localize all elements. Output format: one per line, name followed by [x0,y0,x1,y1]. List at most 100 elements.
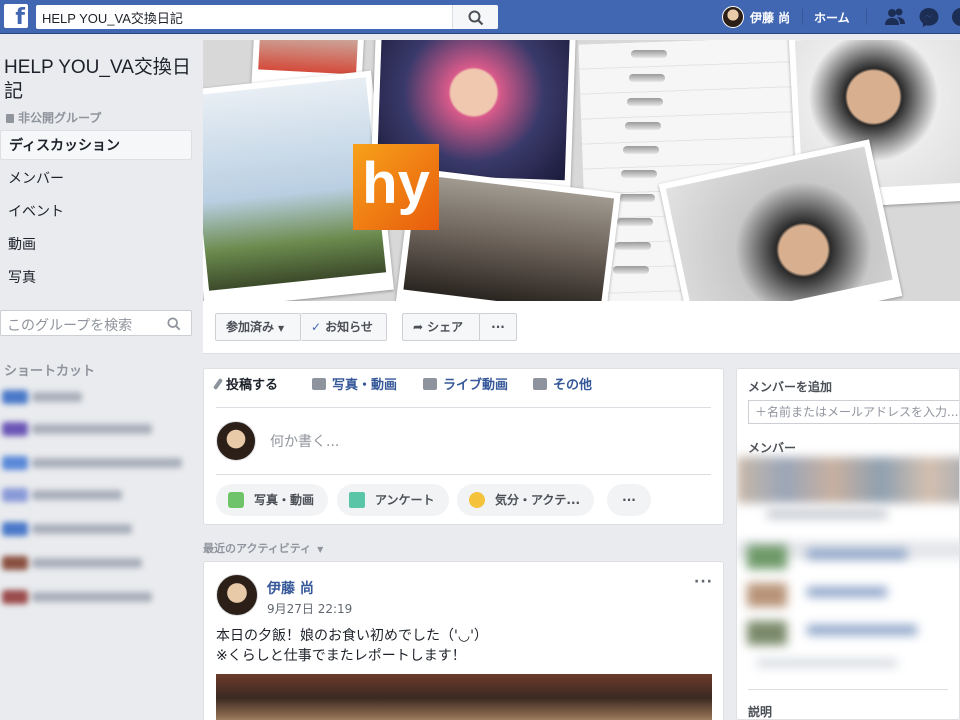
tab-create-post[interactable]: 投稿する [212,377,279,395]
shortcut-item[interactable] [0,588,192,606]
caret-down-icon: ▼ [278,324,285,333]
privacy-text: 非公開グループ [18,111,102,125]
group-search-input[interactable]: このグループを検索 [0,310,192,336]
member-avatars[interactable] [737,457,959,503]
group-cover-photo[interactable]: hy [203,40,960,301]
binder-ring [621,170,657,178]
binder-ring [625,122,661,130]
member-name-blurred [807,625,917,635]
lock-icon [6,114,14,123]
sidebar-item-members[interactable]: メンバー [0,164,192,194]
group-privacy-label: 非公開グループ [6,109,101,126]
group-logo: hy [353,144,439,230]
tab-label: 写真・動画 [332,378,398,393]
photo-video-button[interactable]: 写真・動画 [216,484,329,516]
more-options-button[interactable]: ··· [479,313,517,341]
tab-photo-video[interactable]: 写真・動画 [312,377,397,395]
tab-more[interactable]: その他 [533,377,592,395]
tab-live-video[interactable]: ライブ動画 [423,377,508,395]
messenger-icon[interactable] [918,7,940,27]
member-avatar[interactable] [747,545,787,569]
add-member-input[interactable]: ＋名前またはメールアドレスを入力... [748,400,959,424]
check-icon: ✓ [311,320,322,334]
sidebar-item-events[interactable]: イベント [0,197,192,227]
divider [216,474,711,475]
facebook-logo-icon[interactable]: f [4,4,28,28]
divider [216,407,711,408]
member-name-blurred [807,549,907,559]
shortcut-item[interactable] [0,420,192,438]
binder-ring [615,242,651,250]
friends-icon[interactable] [884,7,906,27]
member-avatar[interactable] [747,583,787,607]
shortcut-item[interactable] [0,388,192,406]
binder-ring [617,218,653,226]
topbar-divider [866,9,867,25]
profile-name-link[interactable]: 伊藤 尚 [750,9,790,26]
sidebar-item-discussion[interactable]: ディスカッション [0,130,192,160]
binder-ring [627,98,663,106]
shortcut-item[interactable] [0,454,192,472]
globe-icon[interactable] [950,7,960,27]
composer-input[interactable]: 何か書く... [270,431,339,451]
notify-label: お知らせ [325,320,373,334]
grid-icon [533,378,547,390]
post-text-line: ※くらしと仕事でまたレポートします！ [216,648,466,664]
composer-more-button[interactable]: ··· [607,484,651,516]
list-icon [349,492,365,508]
cover-action-bar: 参加済み ▼ ✓ お知らせ ➦ シェア ··· [203,301,960,354]
share-label: シェア [427,320,464,334]
profile-avatar[interactable] [722,6,744,28]
sidebar-item-photos[interactable]: 写真 [0,263,192,293]
binder-ring [631,50,667,58]
binder-ring [613,266,649,274]
member-names-blurred [767,509,887,519]
share-button[interactable]: ➦ シェア [402,313,480,341]
shortcut-item[interactable] [0,554,192,572]
post-body: 本日の夕飯！娘のお食い初めでした（'◡'） ※くらしと仕事でまたレポートします！ [216,626,488,666]
description-title: 説明 [748,705,773,719]
notifications-button[interactable]: ✓ お知らせ [301,313,387,341]
joined-dropdown-button[interactable]: 参加済み ▼ [215,313,301,341]
feed-post: 伊藤 尚 9月27日 22:19 ··· 本日の夕飯！娘のお食い初めでした（'◡… [203,561,724,720]
member-name-blurred [807,587,887,597]
search-input[interactable]: HELP YOU_VA交換日記 [36,5,498,29]
pill-label: アンケート [375,493,435,507]
recent-activity-label: 最近のアクティビティ [203,542,312,555]
tab-label: その他 [553,378,593,393]
feeling-activity-button[interactable]: 気分・アクテ... [457,484,595,516]
caret-down-icon: ▼ [317,545,324,554]
search-input-value: HELP YOU_VA交換日記 [42,11,183,26]
topbar-divider [802,9,803,25]
shortcut-item[interactable] [0,520,192,538]
binder-ring [623,146,659,154]
group-title[interactable]: HELP YOU_VA交換日記 [4,56,194,104]
camera-icon [312,378,326,390]
shortcut-item[interactable] [0,486,192,504]
post-photo[interactable] [216,674,712,720]
search-button[interactable] [452,5,498,29]
pill-label: 気分・アクテ... [495,493,581,507]
poll-button[interactable]: アンケート [337,484,449,516]
member-avatar[interactable] [747,621,787,645]
home-link[interactable]: ホーム [814,9,850,26]
sidebar-item-videos[interactable]: 動画 [0,230,192,260]
binder-ring [619,194,655,202]
group-search-placeholder: このグループを検索 [7,318,133,334]
recent-activity-dropdown[interactable]: 最近のアクティビティ ▼ [203,540,323,556]
post-options-button[interactable]: ··· [694,574,713,590]
tab-label: 投稿する [226,378,279,393]
composer-avatar [216,421,256,461]
photo-icon [228,492,244,508]
joined-label: 参加済み [226,320,275,334]
pencil-icon [212,377,224,391]
search-icon [468,10,484,26]
post-timestamp[interactable]: 9月27日 22:19 [267,600,352,617]
post-author-link[interactable]: 伊藤 尚 [267,578,314,598]
post-author-avatar[interactable] [216,574,258,616]
post-composer: 投稿する 写真・動画 ライブ動画 その他 何か書く... 写真・動画 アンケート… [203,368,724,525]
tab-label: ライブ動画 [443,378,509,393]
divider [748,689,948,690]
pill-label: 写真・動画 [254,493,315,507]
members-title: メンバー [748,441,797,455]
